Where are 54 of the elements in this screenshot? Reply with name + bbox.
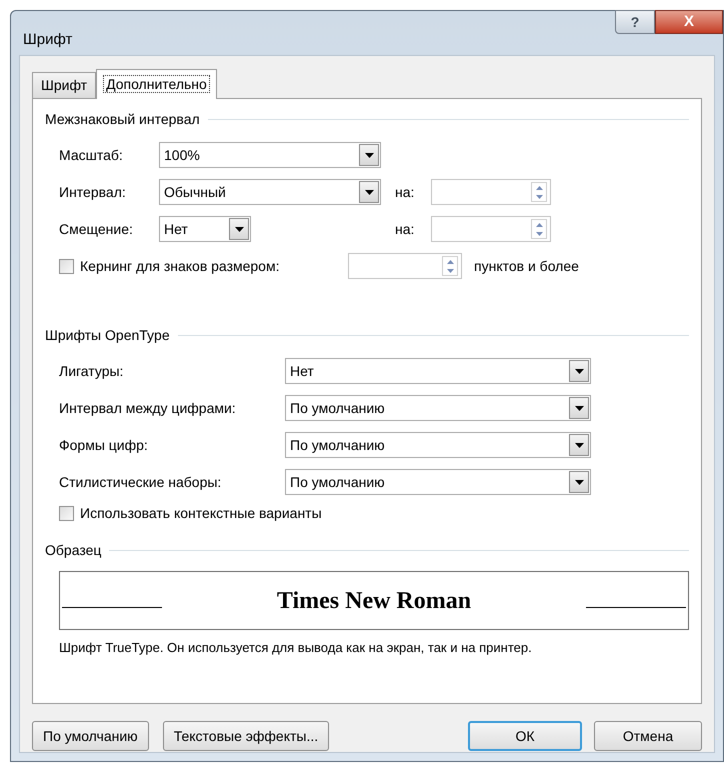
tab[interactable]: Дополнительно <box>96 69 217 99</box>
dropdown-arrow-button[interactable] <box>359 144 379 166</box>
dialog-button[interactable]: Текстовые эффекты... <box>162 721 330 751</box>
group-heading: Шрифты OpenType <box>45 326 170 345</box>
caret-icon <box>574 480 584 484</box>
field-label: Интервал между цифрами: <box>59 398 237 418</box>
dropdown-arrow-button[interactable] <box>569 471 589 493</box>
group-heading: Образец <box>45 541 102 560</box>
caret-icon <box>364 190 374 194</box>
group-heading: Межзнаковый интервал <box>45 110 200 129</box>
field-label: пунктов и более <box>474 256 579 276</box>
spin-field[interactable] <box>348 253 462 279</box>
field-label: Использовать контекстные варианты <box>80 504 322 523</box>
field-label: Стилистические наборы: <box>59 472 222 492</box>
dropdown-arrow-button[interactable] <box>359 181 379 203</box>
spin-field[interactable] <box>431 179 551 205</box>
dropdown[interactable]: По умолчанию <box>285 469 591 495</box>
spin-arrows-icon <box>442 256 458 276</box>
dropdown-arrow-button[interactable] <box>569 434 589 456</box>
dialog-button[interactable]: По умолчанию <box>32 721 149 751</box>
dropdown-arrow-button[interactable] <box>569 397 589 419</box>
caret-icon <box>574 368 584 374</box>
field-label: на: <box>395 220 416 238</box>
field-label: Смещение: <box>59 220 134 239</box>
spin-field[interactable] <box>431 216 551 242</box>
spin-arrows-icon <box>531 182 547 202</box>
help-button[interactable]: ? <box>615 10 655 34</box>
dropdown[interactable]: По умолчанию <box>285 395 591 421</box>
caret-icon <box>574 442 584 448</box>
dialog-button[interactable]: Отмена <box>594 721 702 751</box>
field-label: Лигатуры: <box>59 362 124 381</box>
font-sample: Times New Roman <box>276 586 472 616</box>
dropdown[interactable]: Нет <box>285 358 591 384</box>
dropdown[interactable]: 100% <box>159 142 381 168</box>
dropdown-arrow-button[interactable] <box>569 360 589 382</box>
field-label: Масштаб: <box>59 146 124 164</box>
checkbox[interactable] <box>59 506 74 521</box>
field-label: Формы цифр: <box>59 436 149 455</box>
caret-icon <box>364 152 374 158</box>
field-label: Интервал: <box>59 182 127 202</box>
caret-icon <box>574 406 584 410</box>
field-label: на: <box>395 182 416 202</box>
dropdown[interactable]: Обычный <box>159 179 381 205</box>
dropdown[interactable]: По умолчанию <box>285 432 591 458</box>
checkbox[interactable] <box>59 258 74 274</box>
dropdown-arrow-button[interactable] <box>229 218 249 240</box>
field-label: Кернинг для знаков размером: <box>80 256 280 276</box>
window-title: Шрифт <box>23 30 72 50</box>
dropdown[interactable]: Нет <box>159 216 251 242</box>
tab[interactable]: Шрифт <box>32 72 96 98</box>
caret-icon <box>234 226 244 232</box>
spin-arrows-icon <box>531 219 547 239</box>
font-description: Шрифт TrueType. Он используется для вывода как на экран, так и на принтер. <box>59 639 533 657</box>
dialog-button[interactable]: ОК <box>468 721 582 751</box>
